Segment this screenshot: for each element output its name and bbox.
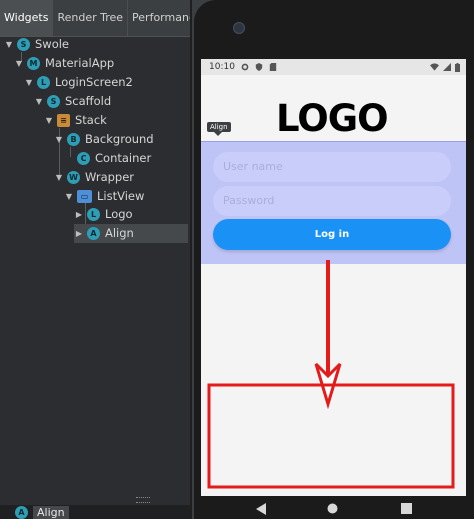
annotation-overlay bbox=[207, 260, 455, 489]
annotation-target-box bbox=[207, 383, 455, 489]
